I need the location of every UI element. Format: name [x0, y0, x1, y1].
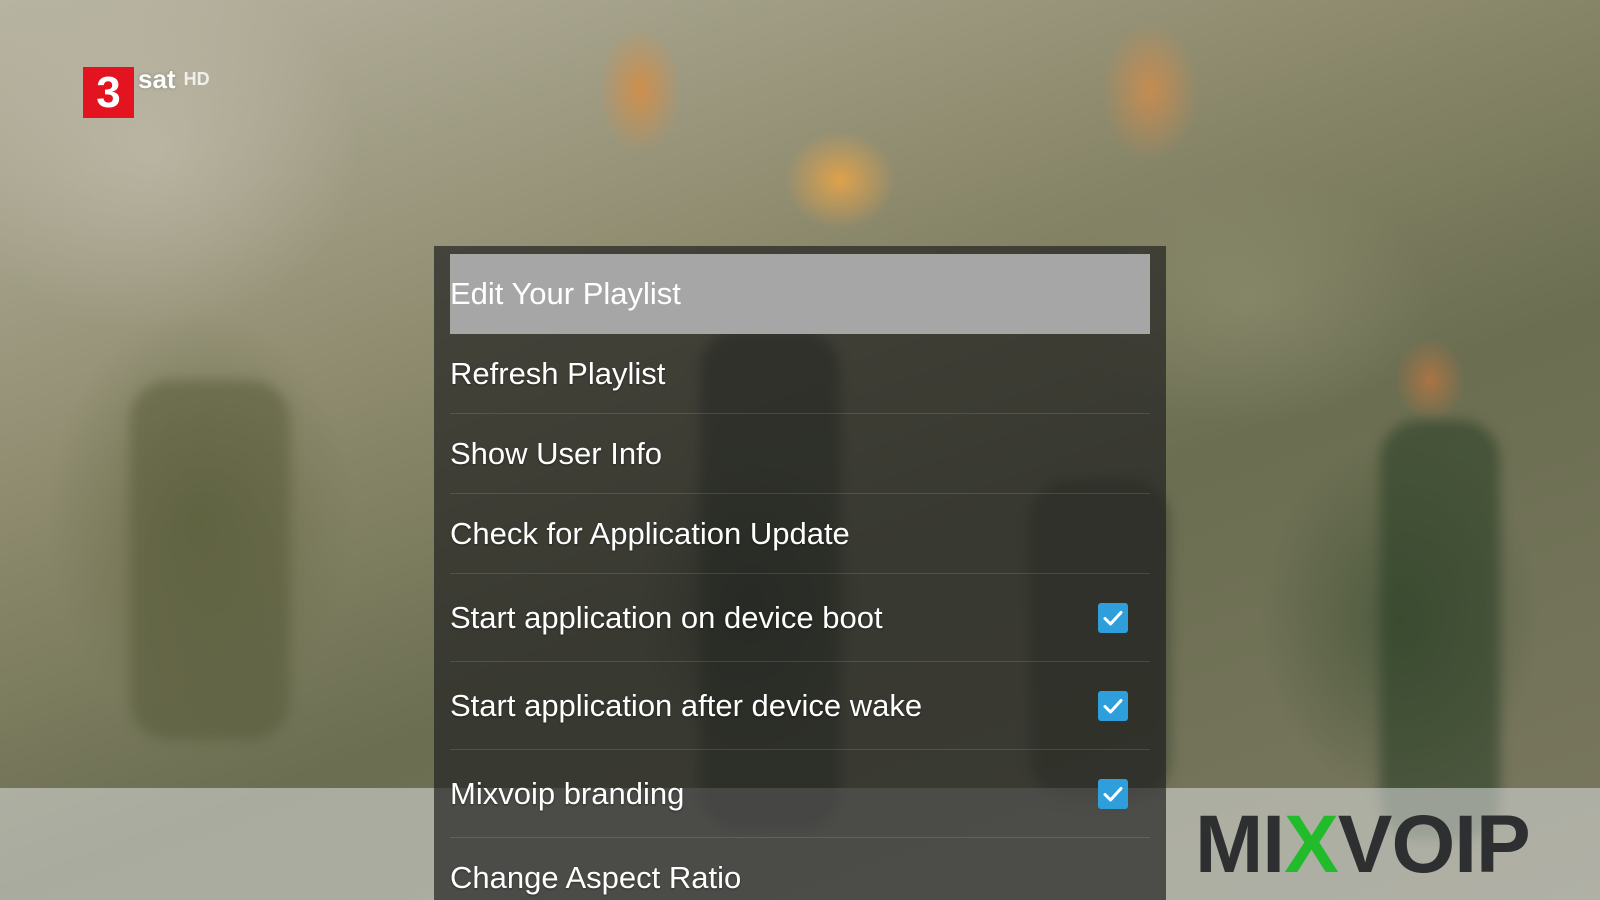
channel-quality: HD: [183, 69, 210, 89]
channel-number: 3: [83, 67, 134, 118]
menu-item-refresh-playlist[interactable]: Refresh Playlist: [450, 334, 1150, 414]
mixvoip-logo: MIXVOIP: [1195, 799, 1531, 890]
tv-screen: 3 sat HD MIXVOIP Edit Your Playlist Refr…: [0, 0, 1600, 900]
menu-item-label: Edit Your Playlist: [450, 276, 681, 311]
menu-item-label: Refresh Playlist: [450, 355, 666, 391]
channel-name: sat: [138, 64, 176, 94]
menu-item-start-on-boot[interactable]: Start application on device boot: [450, 574, 1150, 662]
menu-item-edit-playlist[interactable]: Edit Your Playlist: [450, 254, 1150, 334]
checkmark-icon: [1103, 786, 1123, 801]
background-plant: [130, 380, 290, 740]
checkbox-checked-icon[interactable]: [1098, 690, 1128, 721]
brand-text-x: X: [1284, 799, 1339, 890]
menu-item-change-aspect-ratio[interactable]: Change Aspect Ratio: [450, 838, 1150, 900]
menu-item-label: Show User Info: [450, 435, 662, 471]
menu-item-label: Start application after device wake: [450, 687, 923, 723]
menu-item-label: Change Aspect Ratio: [450, 859, 742, 895]
menu-item-mixvoip-branding[interactable]: Mixvoip branding: [450, 750, 1150, 838]
menu-item-label: Mixvoip branding: [450, 775, 685, 811]
checkbox-checked-icon[interactable]: [1098, 602, 1128, 633]
checkmark-icon: [1103, 698, 1123, 713]
menu-item-show-user-info[interactable]: Show User Info: [450, 414, 1150, 494]
checkbox-checked-icon[interactable]: [1098, 778, 1128, 809]
checkmark-icon: [1103, 610, 1123, 625]
settings-menu: Edit Your Playlist Refresh Playlist Show…: [434, 246, 1166, 900]
channel-logo: 3 sat HD: [83, 64, 210, 118]
menu-item-label: Check for Application Update: [450, 515, 850, 551]
menu-item-label: Start application on device boot: [450, 599, 883, 635]
background-plant: [1380, 420, 1500, 840]
brand-text-part1: MI: [1195, 799, 1285, 890]
brand-text-part2: VOIP: [1337, 799, 1531, 890]
menu-item-check-update[interactable]: Check for Application Update: [450, 494, 1150, 574]
menu-item-start-after-wake[interactable]: Start application after device wake: [450, 662, 1150, 750]
